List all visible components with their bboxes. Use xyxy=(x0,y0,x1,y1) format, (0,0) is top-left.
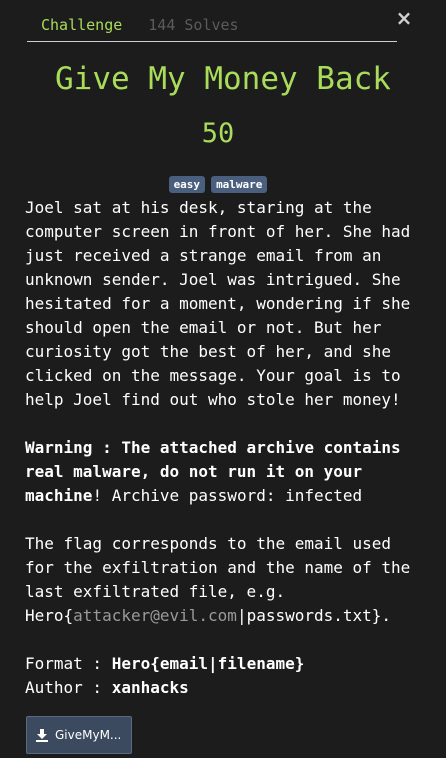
tag-list: easy malware xyxy=(0,176,436,193)
download-icon xyxy=(36,729,48,742)
warning-exclamation: ! xyxy=(92,486,103,505)
format-label: Format : xyxy=(25,654,112,673)
tab-divider xyxy=(27,41,397,42)
format-value: Hero{email|filename} xyxy=(111,654,305,673)
challenge-title: Give My Money Back xyxy=(55,61,391,97)
flag-text-end: |passwords.txt}. xyxy=(236,606,392,625)
description-meta: Format : Hero{email|filename} Author : x… xyxy=(25,652,425,700)
challenge-description: Joel sat at his desk, staring at the com… xyxy=(25,196,425,700)
tag-malware: malware xyxy=(211,176,268,193)
description-flag: The flag corresponds to the email used f… xyxy=(25,532,425,628)
tag-easy: easy xyxy=(168,176,206,193)
challenge-tabs: Challenge 144 Solves xyxy=(41,14,239,36)
download-file-label: GiveMyM... xyxy=(55,728,122,742)
author-label: Author : xyxy=(25,678,112,697)
description-intro: Joel sat at his desk, staring at the com… xyxy=(25,198,411,409)
archive-password: Archive password: infected xyxy=(102,486,363,505)
challenge-points: 50 xyxy=(201,118,235,149)
flag-example-email: attacker@evil.com xyxy=(73,606,237,625)
author-value: xanhacks xyxy=(111,678,189,697)
download-file-button[interactable]: GiveMyM... xyxy=(26,716,132,754)
tab-solves[interactable]: 144 Solves xyxy=(148,16,238,34)
close-icon[interactable]: × xyxy=(395,8,413,28)
description-warning: Warning : The attached archive contains … xyxy=(25,436,425,508)
tab-challenge[interactable]: Challenge xyxy=(41,16,122,34)
